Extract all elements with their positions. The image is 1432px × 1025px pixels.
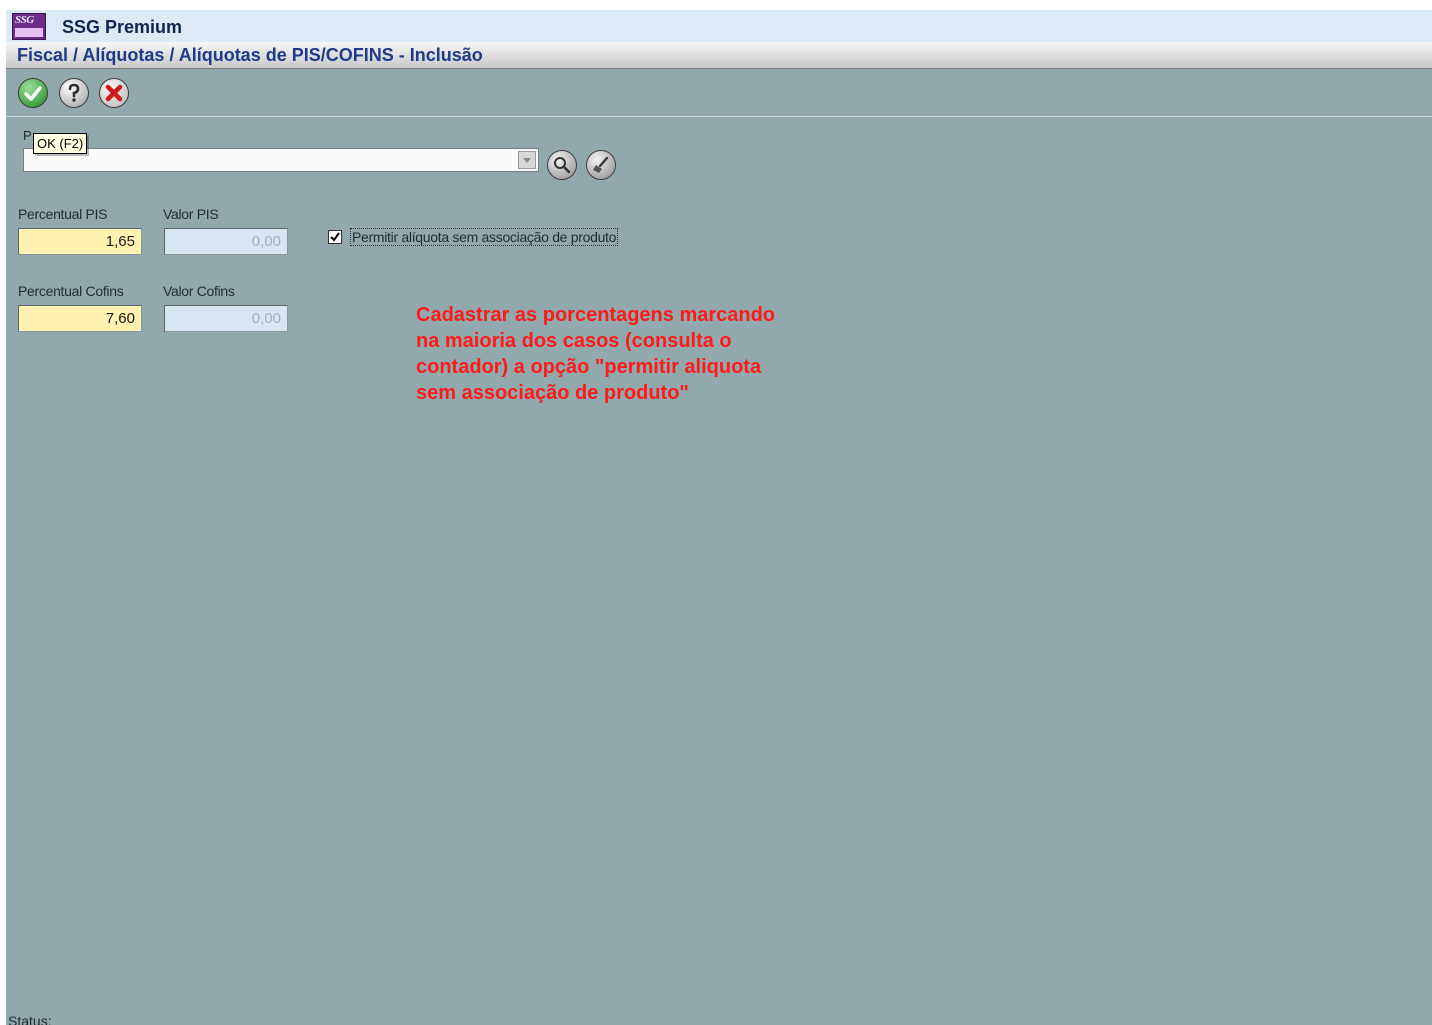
breadcrumb-bar: Fiscal / Alíquotas / Alíquotas de PIS/CO… bbox=[6, 42, 1432, 69]
logo-text: SSG bbox=[15, 14, 34, 26]
app-title: SSG Premium bbox=[62, 17, 183, 37]
valor-cofins-label: Valor Cofins bbox=[163, 283, 235, 299]
status-label: Status: bbox=[8, 1013, 52, 1025]
ok-tooltip: OK (F2) bbox=[33, 133, 88, 154]
percentual-pis-label: Percentual PIS bbox=[18, 206, 108, 222]
valor-cofins-input[interactable]: 0,00 bbox=[164, 305, 288, 332]
permitir-checkbox[interactable] bbox=[328, 230, 342, 244]
percentual-pis-input[interactable]: 1,65 bbox=[18, 228, 142, 255]
chevron-down-icon[interactable] bbox=[518, 151, 536, 169]
help-question-icon bbox=[68, 83, 80, 102]
percentual-cofins-label: Percentual Cofins bbox=[18, 283, 124, 299]
search-product-button[interactable] bbox=[547, 150, 577, 180]
clear-product-button[interactable] bbox=[586, 150, 616, 180]
valor-pis-input[interactable]: 0,00 bbox=[164, 228, 288, 255]
title-bar: SSG SSG Premium bbox=[6, 10, 1432, 42]
breadcrumb: Fiscal / Alíquotas / Alíquotas de PIS/CO… bbox=[17, 45, 483, 65]
cancel-x-icon bbox=[105, 84, 123, 102]
permitir-checkbox-label[interactable]: Permitir alíquota sem associação de prod… bbox=[350, 228, 619, 246]
app-window: SSG SSG Premium Fiscal / Alíquotas / Alí… bbox=[6, 10, 1432, 1025]
annotation-note: Cadastrar as porcentagens marcando na ma… bbox=[416, 304, 776, 404]
ok-check-icon bbox=[24, 86, 42, 101]
search-icon bbox=[554, 157, 571, 174]
valor-pis-label: Valor PIS bbox=[163, 206, 219, 222]
produto-combobox[interactable] bbox=[23, 148, 539, 172]
produto-label: P bbox=[23, 128, 32, 143]
toolbar bbox=[6, 70, 1432, 117]
ok-button[interactable] bbox=[18, 78, 48, 108]
percentual-cofins-input[interactable]: 7,60 bbox=[18, 305, 142, 332]
ssg-logo-icon: SSG bbox=[12, 13, 46, 40]
checkmark-icon bbox=[330, 232, 340, 242]
cancel-button[interactable] bbox=[99, 78, 129, 108]
help-button[interactable] bbox=[59, 78, 89, 108]
broom-icon bbox=[593, 156, 609, 173]
